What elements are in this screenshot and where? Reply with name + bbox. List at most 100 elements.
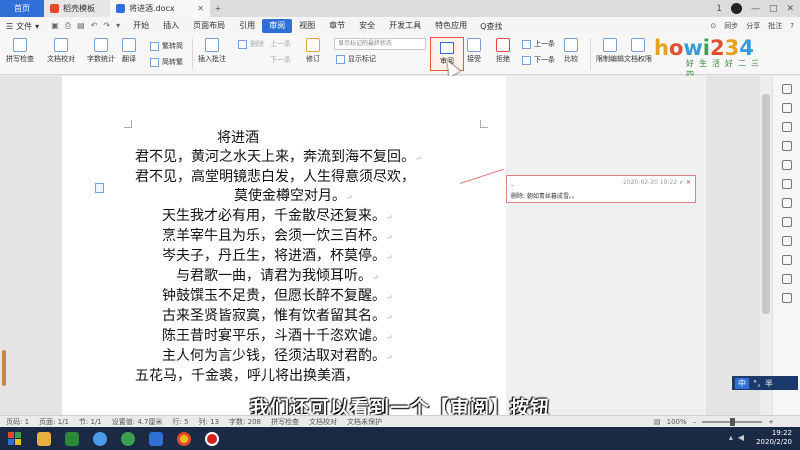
document-page[interactable]: 将进酒 君不见，黄河之水天上来，奔流到海不复回。↵ 君不见，高堂明镜悲白发，人生… <box>62 76 506 415</box>
prev-change-button[interactable]: 上一条 <box>522 39 555 49</box>
display-state-select[interactable]: 显示标记的最终状态 <box>334 38 426 50</box>
ime-mode[interactable]: 中 <box>735 377 749 389</box>
zoom-controls: ▤ 100% – + <box>654 417 774 426</box>
new-tab-button[interactable]: + <box>210 0 226 17</box>
table-icon[interactable] <box>781 179 792 189</box>
show-markup-button[interactable]: 显示标记 <box>336 54 376 64</box>
view-mode-icon[interactable]: ▤ <box>654 418 661 426</box>
tab-template[interactable]: 稻壳模板 <box>44 0 110 17</box>
zoom-slider-knob[interactable] <box>730 417 736 426</box>
save-icon[interactable]: ▣ <box>51 21 59 31</box>
comment-menu-button[interactable]: 批注 <box>768 21 782 31</box>
to-traditional-button[interactable]: 繁转简 <box>150 41 183 51</box>
volume-icon[interactable]: ◀ <box>738 433 744 442</box>
ime-extra[interactable]: °，半 <box>753 378 773 389</box>
settings-icon[interactable] <box>781 141 792 151</box>
style-icon[interactable] <box>781 122 792 132</box>
ie-icon <box>121 431 135 446</box>
undo-icon[interactable]: ↶ <box>91 21 98 31</box>
pointer-icon[interactable] <box>781 103 792 113</box>
accept-button[interactable]: 接受 <box>467 38 481 64</box>
delete-comment-button[interactable]: 删除 <box>238 39 264 49</box>
menu-special[interactable]: 特色应用 <box>428 19 474 33</box>
poem-text[interactable]: 将进酒 君不见，黄河之水天上来，奔流到海不复回。↵ 君不见，高堂明镜悲白发，人生… <box>62 129 506 386</box>
chart-icon[interactable] <box>781 198 792 208</box>
ribbon-divider <box>590 38 591 70</box>
next-change-button[interactable]: 下一条 <box>522 55 555 65</box>
search-menu[interactable]: Q查找 <box>474 21 508 32</box>
taskbar-wps[interactable] <box>142 427 170 450</box>
insert-comment-button[interactable]: 插入批注 <box>198 38 226 64</box>
share-icon[interactable] <box>781 274 792 284</box>
zoom-in-icon[interactable]: + <box>768 418 774 426</box>
menu-references[interactable]: 引用 <box>232 19 262 33</box>
menu-page-layout[interactable]: 页面布局 <box>186 19 232 33</box>
menu-insert[interactable]: 插入 <box>156 19 186 33</box>
menu-review[interactable]: 审阅 <box>262 19 293 33</box>
zoom-out-icon[interactable]: – <box>693 418 697 426</box>
file-menu[interactable]: ☰ 文件 ▾ <box>0 21 45 32</box>
taskbar-chrome[interactable] <box>170 427 198 450</box>
doc-proof-button[interactable]: 文档校对 <box>47 38 75 64</box>
close-button[interactable]: ✕ <box>786 4 794 14</box>
chevron-down-icon[interactable]: ▾ <box>116 21 120 31</box>
sync-button[interactable]: 同步 <box>724 21 738 31</box>
share-button[interactable]: 分享 <box>746 21 760 31</box>
redo-icon[interactable]: ↷ <box>103 21 110 31</box>
prev-comment-button[interactable]: 上一条 <box>270 39 291 49</box>
compare-button[interactable]: 比较 <box>564 38 578 64</box>
zoom-level[interactable]: 100% <box>667 418 687 426</box>
avatar[interactable] <box>730 3 742 14</box>
to-simplified-button[interactable]: 简转繁 <box>150 57 183 67</box>
maximize-button[interactable]: □ <box>769 4 778 14</box>
ime-toolbar[interactable]: 中 °，半 <box>732 376 798 390</box>
revision-balloon[interactable]: 、 2020-02-20 19:22 ✓ ✕ 删除: 朝如青丝暮成雪。。 <box>506 175 696 203</box>
comment-marker-icon[interactable] <box>95 183 104 193</box>
network-icon[interactable]: ▴ <box>729 433 733 442</box>
taskbar-netdisk[interactable] <box>86 427 114 450</box>
menu-icon[interactable] <box>781 84 792 94</box>
spell-check-button[interactable]: 拼写检查 <box>6 38 34 64</box>
menu-security[interactable]: 安全 <box>352 19 382 33</box>
tab-document[interactable]: 将进酒.docx ✕ <box>110 0 210 17</box>
tab-home[interactable]: 首页 <box>0 0 44 17</box>
taskbar-clock[interactable]: 19:22 2020/2/20 <box>756 429 792 447</box>
image-icon[interactable] <box>781 217 792 227</box>
lock-icon[interactable] <box>781 255 792 265</box>
taskbar-browser[interactable] <box>114 427 142 450</box>
reject-revision-icon[interactable]: ✕ <box>686 179 691 186</box>
more-icon[interactable] <box>781 293 792 303</box>
insert-comment-label: 插入批注 <box>198 55 226 63</box>
help-icon[interactable] <box>781 236 792 246</box>
next-comment-button[interactable]: 下一条 <box>270 55 291 65</box>
status-protection[interactable]: 文档未保护 <box>347 417 382 427</box>
menu-developer[interactable]: 开发工具 <box>382 19 428 33</box>
status-spell-check[interactable]: 拼写检查 <box>271 417 299 427</box>
scrollbar-thumb[interactable] <box>762 94 770 314</box>
print-icon[interactable]: ⎙ <box>65 21 71 31</box>
restrict-edit-button[interactable]: 限制编辑 <box>596 38 624 64</box>
vertical-scrollbar[interactable] <box>760 76 772 415</box>
word-count-button[interactable]: 字数统计 <box>87 38 115 64</box>
track-changes-button[interactable]: 修订 <box>306 38 320 64</box>
doc-rights-button[interactable]: 文档权限 <box>624 38 652 64</box>
help-icon[interactable]: ? <box>790 22 794 30</box>
status-doc-proof[interactable]: 文档校对 <box>309 417 337 427</box>
minimize-button[interactable]: — <box>751 4 760 14</box>
taskbar-recorder[interactable] <box>198 427 226 450</box>
menu-view[interactable]: 视图 <box>292 19 322 33</box>
status-words[interactable]: 字数: 208 <box>229 417 261 427</box>
shape-icon[interactable] <box>781 160 792 170</box>
reject-button[interactable]: 拒绝 <box>496 38 510 64</box>
taskbar-explorer[interactable] <box>30 427 58 450</box>
start-button[interactable] <box>0 427 30 450</box>
menu-chapter[interactable]: 章节 <box>322 19 352 33</box>
taskbar-excel[interactable] <box>58 427 86 450</box>
menu-start[interactable]: 开始 <box>126 19 156 33</box>
sync-status-icon[interactable]: ⊙ <box>710 22 716 30</box>
preview-icon[interactable]: ▤ <box>77 21 85 31</box>
accept-revision-icon[interactable]: ✓ <box>679 179 684 186</box>
translate-button[interactable]: 翻译 <box>122 38 136 64</box>
zoom-slider[interactable] <box>702 417 763 426</box>
tab-close-icon[interactable]: ✕ <box>197 4 204 13</box>
